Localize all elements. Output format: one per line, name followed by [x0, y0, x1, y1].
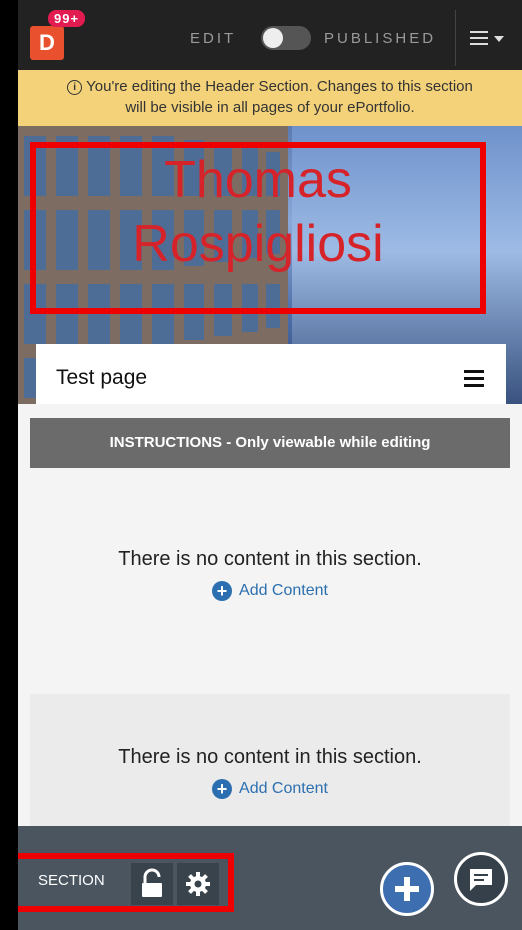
- section-toolbar: SECTION: [18, 826, 522, 930]
- add-content-button[interactable]: + Add Content: [212, 581, 328, 601]
- banner-line-1: You're editing the Header Section. Chang…: [86, 78, 473, 95]
- notification-badge[interactable]: 99+: [48, 10, 86, 27]
- instructions-bar[interactable]: INSTRUCTIONS - Only viewable while editi…: [30, 418, 510, 468]
- section-label: SECTION: [38, 872, 105, 889]
- app-frame: D 99+ EDIT PUBLISHED i You're editing the…: [18, 0, 522, 930]
- add-content-label: Add Content: [239, 582, 328, 599]
- chevron-down-icon: [494, 36, 504, 42]
- unlock-icon: [142, 868, 162, 897]
- app-logo[interactable]: D: [30, 26, 64, 60]
- name-line-2: Rospigliosi: [132, 215, 384, 273]
- add-content-label: Add Content: [239, 780, 328, 797]
- empty-section-1: There is no content in this section. + A…: [18, 548, 522, 602]
- toggle-knob: [263, 28, 283, 48]
- add-content-button[interactable]: + Add Content: [212, 779, 328, 799]
- page-title[interactable]: Test page: [56, 366, 147, 390]
- chat-icon: [470, 869, 492, 891]
- edit-mode-label: EDIT: [190, 30, 237, 47]
- name-line-1: Thomas: [164, 151, 352, 209]
- main-menu-button[interactable]: [468, 26, 512, 52]
- empty-message: There is no content in this section.: [118, 746, 422, 768]
- topbar-divider: [455, 10, 456, 66]
- plus-icon: [395, 877, 419, 901]
- gear-icon: [186, 872, 210, 896]
- editing-info-banner: i You're editing the Header Section. Chan…: [18, 70, 522, 126]
- top-bar: D 99+ EDIT PUBLISHED: [18, 0, 522, 70]
- empty-section-2: There is no content in this section. + A…: [18, 746, 522, 800]
- settings-button[interactable]: [177, 863, 219, 905]
- banner-line-2: will be visible in all pages of your ePo…: [125, 99, 415, 116]
- unlock-button[interactable]: [131, 863, 173, 905]
- plus-circle-icon: +: [212, 779, 233, 799]
- page-nav-bar: Test page: [36, 344, 506, 404]
- empty-message: There is no content in this section.: [118, 548, 422, 570]
- published-mode-label: PUBLISHED: [324, 30, 437, 47]
- info-icon: i: [67, 80, 83, 95]
- header-section[interactable]: Thomas Rospigliosi Test page: [18, 126, 522, 404]
- chat-button[interactable]: [454, 852, 508, 906]
- portfolio-owner-name[interactable]: Thomas Rospigliosi: [30, 148, 486, 276]
- page-menu-icon[interactable]: [464, 370, 484, 388]
- add-section-button[interactable]: [380, 862, 434, 916]
- edit-publish-toggle[interactable]: [261, 26, 311, 50]
- plus-circle-icon: +: [212, 581, 233, 601]
